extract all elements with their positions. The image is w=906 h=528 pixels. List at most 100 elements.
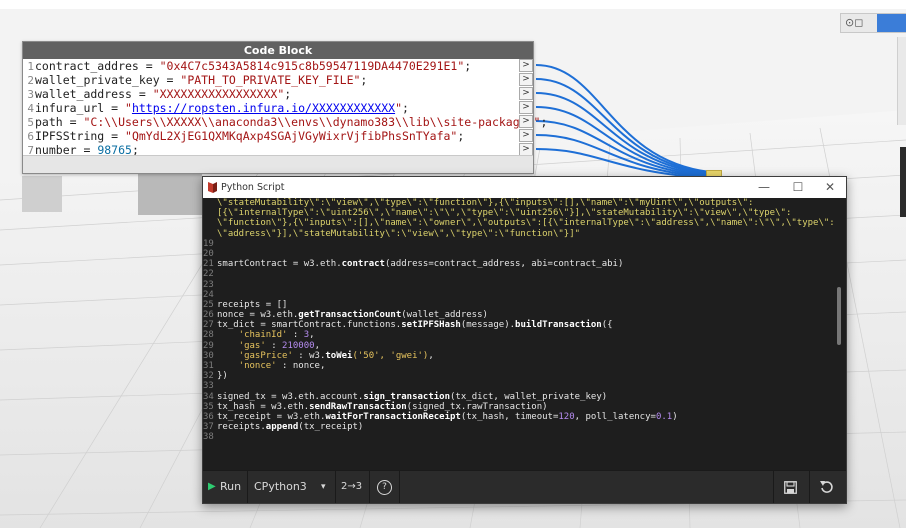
code-text: , (309, 330, 315, 341)
editor-line[interactable]: [{\"internalType\":\"uint256\",\"name\":… (203, 208, 846, 218)
url-link[interactable]: https://ropsten.infura.io/XXXXXXXXXXXX (132, 101, 395, 115)
code-block-footer (23, 155, 533, 173)
view-toggle[interactable]: ⊙◻ (840, 13, 906, 33)
code-function: contract (341, 259, 385, 270)
graph-view-icon[interactable]: ⊙◻ (845, 16, 863, 29)
code-function: toWei (325, 350, 353, 361)
code-string: "QmYdL2XjEG1QXMKqAxp4SGAjVGyWixrVjfibPhs… (125, 129, 458, 143)
output-port[interactable]: > (519, 87, 533, 100)
editor-line[interactable]: 20 (203, 249, 846, 259)
line-number: 34 (203, 391, 214, 402)
editor-line[interactable]: 26 nonce = w3.eth.getTransactionCount(wal… (203, 310, 846, 320)
convert-2to3-icon[interactable]: 2→3 (341, 471, 362, 503)
editor-line[interactable]: \"function\"},{\"inputs\":[],\"name\":\"… (203, 218, 846, 228)
code-line[interactable]: 2wallet_private_key = "PATH_TO_PRIVATE_K… (23, 73, 533, 87)
code-number: 210000 (282, 340, 315, 351)
line-number: 25 (203, 299, 214, 310)
line-number: 24 (203, 289, 214, 300)
save-icon[interactable] (784, 481, 797, 494)
code-text: (tx_hash, timeout= (460, 411, 559, 422)
code-text: : w3. (292, 350, 326, 361)
code-text: (tx_dict, wallet_private_key) (450, 391, 608, 402)
code-string: "0x4C7c5343A5814c915c8b59547119DA4470E29… (159, 59, 465, 73)
editor-line[interactable]: 31 'nonce' : nonce, (203, 361, 846, 371)
separator (773, 471, 774, 503)
line-number: 4 (27, 102, 34, 115)
run-icon[interactable]: ▶ (208, 471, 216, 503)
code-text: (tx_receipt) (298, 422, 364, 433)
editor-line[interactable]: 25 receipts = [] (203, 300, 846, 310)
editor-line[interactable]: 38 (203, 432, 846, 442)
minimize-button[interactable]: — (747, 177, 781, 198)
code-string: " (395, 101, 402, 115)
revert-icon[interactable] (820, 480, 834, 494)
code-string: "XXXXXXXXXXXXXXXXX" (152, 87, 285, 101)
code-string: ('50', 'gwei') (352, 350, 429, 361)
line-number: 36 (203, 411, 214, 422)
line-number: 2 (27, 74, 34, 87)
code-text: : (287, 330, 304, 341)
code-line[interactable]: 4infura_url = "https://ropsten.infura.io… (23, 101, 533, 115)
code-text: ; (284, 87, 292, 101)
line-number: 3 (27, 88, 34, 101)
editor-line[interactable]: \"address\"}],\"stateMutability\":\"view… (203, 229, 846, 239)
code-line[interactable]: 1contract_addres = "0x4C7c5343A5814c915c… (23, 59, 533, 73)
code-function: getTransactionCount (298, 310, 402, 321)
editor-line[interactable]: 28 'chainId' : 3, (203, 330, 846, 340)
code-text: (wallet_address) (401, 310, 488, 321)
editor-line[interactable]: 22 (203, 269, 846, 279)
output-port[interactable]: > (519, 101, 533, 114)
editor-line[interactable]: \"stateMutability\":\"view\",\"type\":\"… (203, 198, 846, 208)
close-button[interactable]: ✕ (813, 177, 847, 198)
editor-line[interactable]: 35 tx_hash = w3.eth.sendRawTransaction(si… (203, 402, 846, 412)
editor-line[interactable]: 21 smartContract = w3.eth.contract(addres… (203, 259, 846, 269)
code-text: tx_receipt = w3.eth. (217, 411, 326, 422)
editor-line[interactable]: 24 (203, 290, 846, 300)
editor-line[interactable]: 36 tx_receipt = w3.eth.waitForTransaction… (203, 412, 846, 422)
code-line[interactable]: 6IPFSString = "QmYdL2XjEG1QXMKqAxp4SGAjV… (23, 129, 533, 143)
editor-line[interactable]: 27 tx_dict = smartContract.functions.setI… (203, 320, 846, 330)
code-block-node[interactable]: Code Block 1contract_addres = "0x4C7c534… (22, 41, 547, 174)
code-function: sendRawTransaction (309, 401, 407, 412)
output-port[interactable]: > (519, 73, 533, 86)
geometry-view-icon[interactable] (877, 14, 906, 32)
code-function: sign_transaction (363, 391, 451, 402)
editor-line[interactable]: 30 'gasPrice' : w3.toWei('50', 'gwei'), (203, 351, 846, 361)
code-line[interactable]: 3wallet_address = "XXXXXXXXXXXXXXXXX"; > (23, 87, 533, 101)
python-script-window[interactable]: Python Script — ☐ ✕ \"stateMutability\":… (202, 176, 847, 504)
editor-line[interactable]: 37 receipts.append(tx_receipt) (203, 422, 846, 432)
code-text: , (314, 340, 320, 351)
editor-line[interactable]: 33 (203, 381, 846, 391)
code-text: : nonce, (276, 361, 326, 371)
code-text: ; (540, 115, 548, 129)
editor-line[interactable]: 34 signed_tx = w3.eth.account.sign_transa… (203, 392, 846, 402)
editor-scrollbar[interactable] (837, 287, 841, 345)
code-line[interactable]: 5path = "C:\\Users\\XXXXX\\anaconda3\\en… (23, 115, 547, 129)
help-icon[interactable]: ? (377, 480, 392, 495)
code-block-title[interactable]: Code Block (23, 42, 533, 59)
run-button[interactable]: Run (220, 471, 241, 503)
chevron-down-icon[interactable]: ▾ (321, 471, 326, 503)
code-editor[interactable]: \"stateMutability\":\"view\",\"type\":\"… (203, 198, 846, 472)
editor-line[interactable]: 23 (203, 280, 846, 290)
output-port[interactable]: > (519, 129, 533, 142)
zoom-controls[interactable] (897, 37, 906, 125)
code-text: IPFSString = (35, 129, 126, 143)
code-block-body[interactable]: 1contract_addres = "0x4C7c5343A5814c915c… (23, 59, 547, 157)
output-port[interactable]: > (519, 59, 533, 72)
line-number: 23 (203, 279, 214, 290)
engine-select[interactable]: CPython3 (254, 471, 307, 503)
code-string: "C:\\Users\\XXXXX\\anaconda3\\envs\\dyna… (83, 115, 541, 129)
window-titlebar[interactable]: Python Script — ☐ ✕ (203, 177, 846, 199)
editor-line[interactable]: 29 'gas' : 210000, (203, 341, 846, 351)
code-string: "PATH_TO_PRIVATE_KEY_FILE" (180, 73, 361, 87)
output-port[interactable]: > (519, 115, 533, 128)
top-strip (0, 0, 906, 9)
code-text: (address=contract_address, abi=contract_… (384, 259, 624, 270)
line-number: 37 (203, 422, 214, 433)
code-text: (signed_tx.rawTransaction) (406, 401, 548, 412)
editor-line[interactable]: 19 (203, 239, 846, 249)
maximize-button[interactable]: ☐ (781, 177, 815, 198)
editor-line[interactable]: 32}) (203, 371, 846, 381)
code-string: 'gasPrice' (217, 350, 293, 361)
